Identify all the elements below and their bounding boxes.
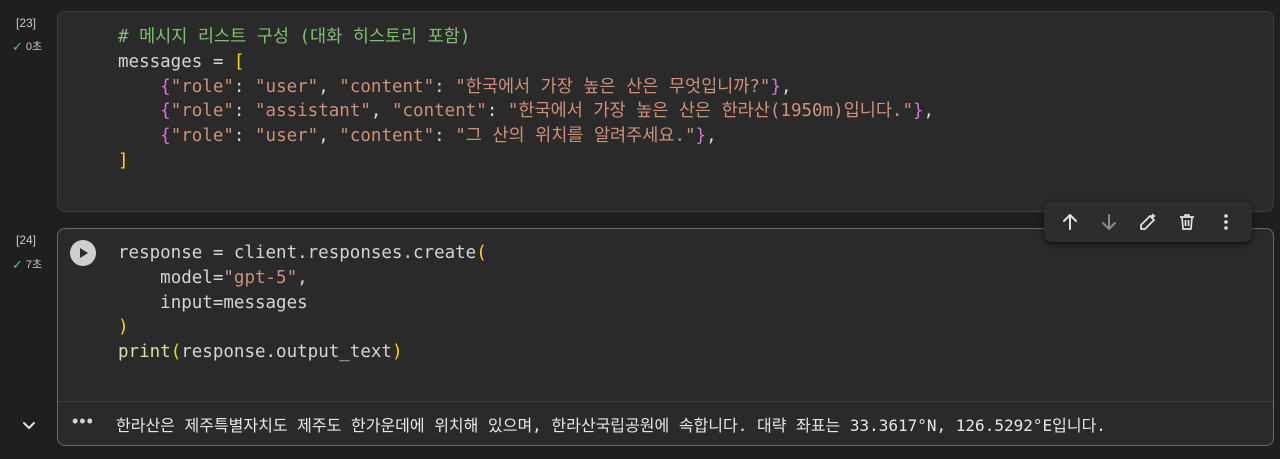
delete-icon xyxy=(1180,214,1195,230)
output-menu-icon[interactable]: ••• xyxy=(72,411,94,432)
move-up-button[interactable] xyxy=(1053,205,1087,239)
cell1-status: ✓ 0초 xyxy=(12,38,42,54)
arrow-down-icon xyxy=(1101,214,1116,230)
collapse-output-button[interactable] xyxy=(18,414,40,436)
code-content-value: "그 산의 위치를 알려주세요." xyxy=(455,126,696,146)
more-options-button[interactable] xyxy=(1209,205,1243,239)
cell2-code-editor[interactable]: response = client.responses.create( mode… xyxy=(118,241,487,365)
cell-toolbar xyxy=(1044,202,1252,242)
arrow-up-icon xyxy=(1062,214,1077,230)
output-divider xyxy=(58,401,1273,402)
code-open-bracket: [ xyxy=(233,51,245,72)
code-model-kw: model= xyxy=(160,267,224,288)
code-role-key: "role" xyxy=(170,101,234,122)
code-line-create: response = client.responses.create xyxy=(118,243,477,263)
code-role-value: "assistant" xyxy=(255,101,371,122)
run-cell-button[interactable] xyxy=(70,240,96,266)
code-print-arg: response.output_text xyxy=(181,342,392,362)
more-icon xyxy=(1224,214,1229,230)
cell2-status: ✓ 7초 xyxy=(12,256,42,272)
code-role-key: "role" xyxy=(170,126,234,146)
chevron-down-icon xyxy=(23,422,35,429)
code-input-line: input=messages xyxy=(160,292,308,313)
code-content-value: "한국에서 가장 높은 산은 무엇입니까?" xyxy=(455,76,771,97)
code-comment: # 메시지 리스트 구성 (대화 히스토리 포함) xyxy=(118,27,471,47)
delete-button[interactable] xyxy=(1170,205,1204,239)
check-icon: ✓ xyxy=(12,38,23,54)
code-messages-var: messages = xyxy=(118,51,234,72)
code-print-fn: print xyxy=(118,342,171,362)
cell1-code-editor[interactable]: # 메시지 리스트 구성 (대화 히스토리 포함) messages = [ {… xyxy=(118,25,934,174)
edit-button[interactable] xyxy=(1131,205,1165,239)
code-role-key: "role" xyxy=(170,76,234,97)
code-content-key: "content" xyxy=(339,126,435,146)
cell1-duration: 0초 xyxy=(25,41,43,53)
code-close-bracket: ] xyxy=(118,150,129,171)
cell1-exec-count: [23] xyxy=(16,16,37,30)
cell2-duration: 7초 xyxy=(25,259,43,271)
cell2-exec-count: [24] xyxy=(16,233,37,247)
play-icon xyxy=(80,248,88,258)
output-text: 한라산은 제주특별자치도 제주도 한가운데에 위치해 있으며, 한라산국립공원에… xyxy=(116,416,1106,435)
code-model-value: "gpt-5" xyxy=(223,267,298,288)
code-content-key: "content" xyxy=(339,76,435,97)
code-content-value: "한국에서 가장 높은 산은 한라산(1950m)입니다." xyxy=(507,101,913,122)
check-icon: ✓ xyxy=(12,256,23,272)
code-content-key: "content" xyxy=(391,101,487,122)
move-down-button[interactable] xyxy=(1092,205,1126,239)
edit-icon xyxy=(1140,213,1156,230)
code-role-value: "user" xyxy=(255,76,319,97)
code-role-value: "user" xyxy=(255,126,319,146)
